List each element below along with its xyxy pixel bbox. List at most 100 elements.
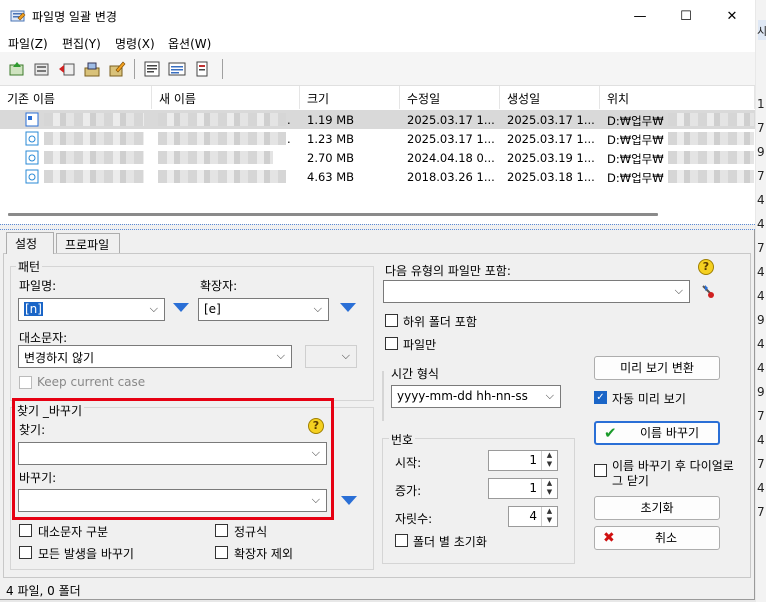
column-header-location[interactable]: 위치 bbox=[600, 86, 755, 109]
close-after-rename-checkbox[interactable] bbox=[594, 464, 607, 477]
background-text: 4: bbox=[757, 337, 766, 351]
move-up-icon[interactable] bbox=[83, 60, 101, 78]
excel-file-icon bbox=[25, 112, 39, 127]
close-after-rename-label-2: 그 닫기 bbox=[612, 474, 649, 488]
exclude-extension-checkbox[interactable] bbox=[215, 546, 228, 559]
minimize-button[interactable]: — bbox=[617, 0, 663, 32]
auto-preview-checkbox[interactable]: ✓ bbox=[594, 391, 607, 404]
chevron-down-icon[interactable]: ⌵ bbox=[546, 389, 554, 403]
background-text: 7: bbox=[757, 457, 766, 471]
document-icon[interactable] bbox=[193, 60, 211, 78]
extension-label: 확장자: bbox=[200, 279, 238, 293]
menu-file[interactable]: 파일(Z) bbox=[8, 35, 48, 52]
time-format-combo[interactable]: yyyy-mm-dd hh-nn-ss ⌵ bbox=[391, 385, 561, 408]
modified-cell: 2024.04.18 0... bbox=[407, 151, 495, 165]
status-bar: 4 파일, 0 폴더 bbox=[6, 584, 81, 598]
start-spinner[interactable]: 1 ▲ ▼ bbox=[488, 450, 558, 471]
panel-splitter[interactable] bbox=[0, 224, 755, 230]
rename-button[interactable]: ✔ 이름 바꾸기 bbox=[594, 421, 720, 445]
highlight-box bbox=[12, 398, 334, 520]
size-cell: 1.23 MB bbox=[307, 132, 355, 146]
cancel-button-label: 취소 bbox=[655, 531, 678, 545]
background-text: 7: bbox=[757, 241, 766, 255]
horizontal-scrollbar[interactable] bbox=[8, 213, 658, 216]
remove-icon[interactable] bbox=[58, 60, 76, 78]
reset-button[interactable]: 초기화 bbox=[594, 496, 720, 520]
toolbar-separator bbox=[134, 59, 135, 79]
column-header-original-name[interactable]: 기존 이름 bbox=[0, 86, 152, 109]
case-value: 변경하지 않기 bbox=[24, 351, 95, 365]
extension-combo[interactable]: [e] ⌵ bbox=[198, 298, 329, 321]
chevron-down-icon[interactable]: ⌵ bbox=[314, 302, 322, 316]
filter-picker-icon[interactable] bbox=[701, 284, 715, 300]
chevron-down-icon[interactable]: ⌵ bbox=[150, 302, 158, 316]
background-text: 7: bbox=[757, 505, 766, 519]
add-files-icon[interactable] bbox=[8, 60, 26, 78]
modified-cell: 2025.03.17 1... bbox=[407, 113, 495, 127]
background-text: 4: bbox=[757, 433, 766, 447]
rename-icon[interactable] bbox=[108, 60, 126, 78]
tab-profile[interactable]: 프로파일 bbox=[56, 233, 120, 254]
extension-insert-dropdown-icon[interactable] bbox=[340, 303, 356, 312]
pattern-group-label: 패턴 bbox=[16, 258, 43, 275]
table-row[interactable]: 4.63 MB 2018.03.26 1... 2025.03.18 1... … bbox=[0, 167, 755, 186]
table-row[interactable]: 2.70 MB 2024.04.18 0... 2025.03.19 1... … bbox=[0, 148, 755, 167]
menu-command[interactable]: 명령(X) bbox=[115, 35, 155, 52]
tab-settings[interactable]: 설정 bbox=[6, 232, 54, 254]
preview-icon[interactable] bbox=[143, 60, 161, 78]
match-case-checkbox[interactable] bbox=[19, 524, 32, 537]
checkmark-icon: ✔ bbox=[604, 424, 617, 442]
column-header-size[interactable]: 크기 bbox=[300, 86, 400, 109]
preview-convert-button[interactable]: 미리 보기 변환 bbox=[594, 356, 720, 380]
background-text: 7: bbox=[757, 121, 766, 135]
spinner-arrows-icon[interactable]: ▲ ▼ bbox=[541, 507, 557, 526]
replace-insert-dropdown-icon[interactable] bbox=[341, 496, 357, 505]
cancel-button[interactable]: ✖ 취소 bbox=[594, 526, 720, 550]
chevron-down-icon[interactable]: ⌵ bbox=[675, 284, 683, 298]
table-row[interactable]: . 1.19 MB 2025.03.17 1... 2025.03.17 1..… bbox=[0, 110, 755, 129]
column-header-created[interactable]: 생성일 bbox=[500, 86, 600, 109]
reset-per-folder-checkbox[interactable] bbox=[395, 534, 408, 547]
spinner-arrows-icon[interactable]: ▲ ▼ bbox=[541, 479, 557, 498]
close-button[interactable]: ✕ bbox=[709, 0, 755, 32]
digits-spinner[interactable]: 4 ▲ ▼ bbox=[508, 506, 558, 527]
size-cell: 2.70 MB bbox=[307, 151, 355, 165]
chevron-down-icon[interactable]: ⌵ bbox=[277, 349, 285, 363]
background-text: 7: bbox=[757, 409, 766, 423]
case-combo[interactable]: 변경하지 않기 ⌵ bbox=[18, 345, 292, 368]
reset-per-folder-label: 폴더 별 초기화 bbox=[413, 535, 487, 549]
background-text: 4: bbox=[757, 193, 766, 207]
keep-case-checkbox[interactable] bbox=[19, 376, 32, 389]
column-header-new-name[interactable]: 새 이름 bbox=[152, 86, 300, 109]
column-header-modified[interactable]: 수정일 bbox=[400, 86, 500, 109]
maximize-button[interactable]: ☐ bbox=[663, 0, 709, 32]
menu-options[interactable]: 옵션(W) bbox=[168, 35, 211, 52]
table-row[interactable]: . 1.23 MB 2025.03.17 1... 2025.03.17 1..… bbox=[0, 129, 755, 148]
rename-button-label: 이름 바꾸기 bbox=[640, 426, 700, 440]
help-hint-icon[interactable]: ? bbox=[698, 259, 714, 275]
redacted-name bbox=[158, 113, 286, 126]
hwp-file-icon bbox=[25, 150, 39, 165]
regex-checkbox[interactable] bbox=[215, 524, 228, 537]
files-only-checkbox[interactable] bbox=[385, 337, 398, 350]
exclude-extension-label: 확장자 제외 bbox=[234, 547, 294, 561]
add-folder-icon[interactable] bbox=[33, 60, 51, 78]
replace-all-checkbox[interactable] bbox=[19, 546, 32, 559]
file-type-filter-combo[interactable]: ⌵ bbox=[383, 280, 690, 303]
redacted-path bbox=[668, 170, 754, 183]
step-spinner[interactable]: 1 ▲ ▼ bbox=[488, 478, 558, 499]
include-subfolders-label: 하위 폴더 포함 bbox=[403, 315, 477, 329]
include-subfolders-checkbox[interactable] bbox=[385, 314, 398, 327]
match-case-label: 대소문자 구분 bbox=[38, 525, 109, 539]
filename-combo[interactable]: [n] ⌵ bbox=[18, 298, 165, 321]
list-icon[interactable] bbox=[168, 60, 186, 78]
case-option-combo[interactable]: ⌵ bbox=[305, 345, 357, 368]
file-list[interactable]: 기존 이름 새 이름 크기 수정일 생성일 위치 . 1.19 MB 2025.… bbox=[0, 86, 755, 224]
menu-edit[interactable]: 편집(Y) bbox=[62, 35, 101, 52]
redacted-path bbox=[668, 151, 754, 164]
tab-strip: 설정 프로파일 bbox=[0, 232, 755, 254]
spinner-arrows-icon[interactable]: ▲ ▼ bbox=[541, 451, 557, 470]
size-cell: 4.63 MB bbox=[307, 170, 355, 184]
filename-insert-dropdown-icon[interactable] bbox=[173, 303, 189, 312]
filename-value: [n] bbox=[24, 302, 43, 316]
